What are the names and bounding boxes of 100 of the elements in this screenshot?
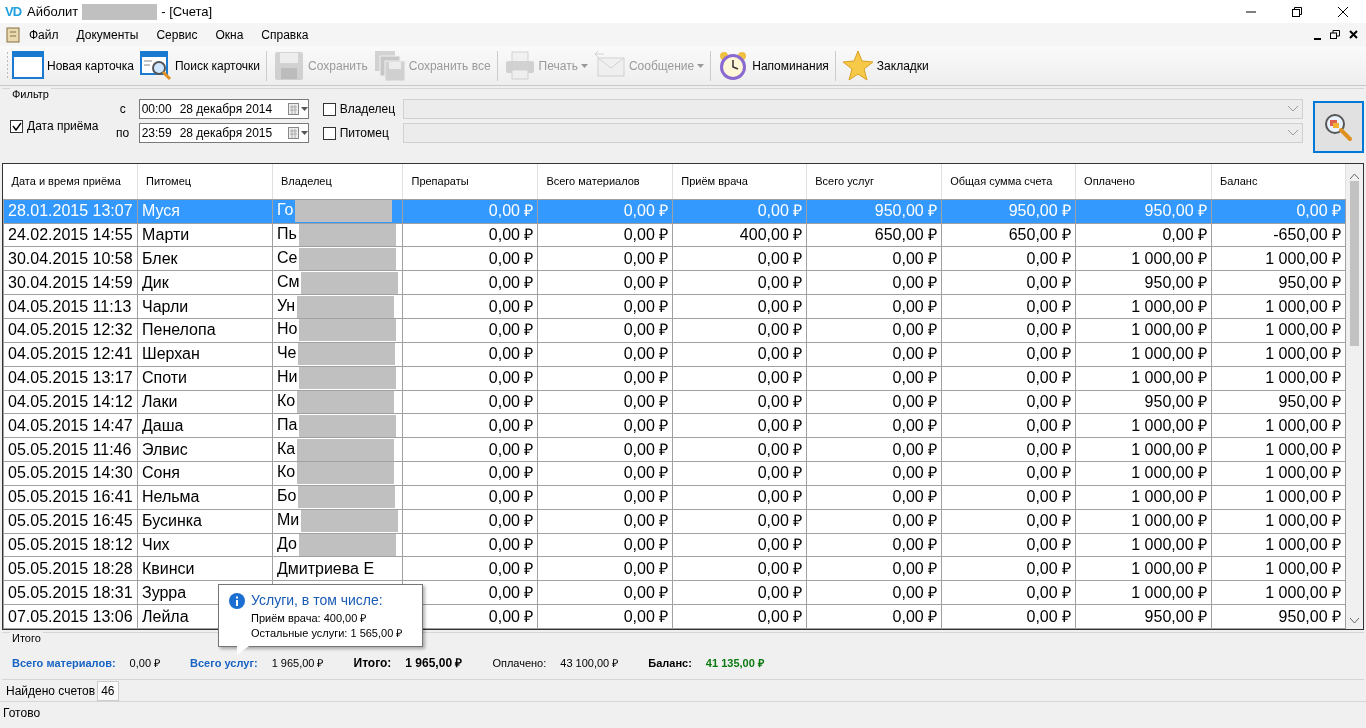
table-cell: Квинси [137, 556, 273, 581]
table-cell: 0,00 ₽ [402, 509, 538, 534]
table-cell[interactable]: 04.05.2015 11:13 [3, 294, 138, 319]
menu-item[interactable]: Файл [20, 23, 68, 46]
table-cell: 0,00 ₽ [537, 413, 673, 438]
table-cell: 1 000,00 ₽ [1211, 509, 1346, 534]
table-cell: 0,00 ₽ [941, 461, 1076, 486]
owner-text: До [276, 535, 297, 552]
column-header[interactable]: Общая сумма счета [941, 164, 1076, 200]
scroll-down-icon [1350, 618, 1359, 623]
checkbox-label: Дата приёма [27, 118, 99, 135]
window-icon [12, 49, 44, 82]
table-cell: 0,00 ₽ [402, 390, 538, 414]
column-header[interactable]: Всего услуг [806, 164, 942, 200]
table-cell: Нельма [137, 485, 273, 510]
table-cell: 0,00 ₽ [402, 270, 538, 295]
column-header[interactable]: Оплачено [1075, 164, 1212, 200]
window-title: Айболит [27, 2, 79, 21]
table-cell: 0,00 ₽ [402, 533, 538, 557]
owner-text: См [276, 272, 300, 290]
table-cell[interactable]: 04.05.2015 12:41 [3, 342, 138, 367]
info-icon [229, 592, 245, 609]
total-link[interactable]: Всего материалов: [12, 654, 116, 672]
owner-text: Па [276, 415, 298, 433]
table-cell[interactable]: 05.05.2015 11:46 [3, 437, 138, 462]
table-cell: 0,00 ₽ [941, 366, 1076, 390]
column-header[interactable]: Дата и время приёма [3, 164, 138, 200]
column-header[interactable]: Приём врача [672, 164, 807, 200]
table-cell[interactable]: 04.05.2015 12:32 [3, 318, 138, 343]
menu-item[interactable]: Справка [252, 23, 318, 46]
table-cell[interactable]: 05.05.2015 18:12 [3, 533, 138, 557]
toolbar-button[interactable]: Закладки [838, 47, 932, 84]
table-cell: 0,00 ₽ [806, 461, 942, 486]
column-header[interactable]: Владелец [272, 164, 403, 200]
table-cell[interactable]: 05.05.2015 16:45 [3, 509, 138, 534]
table-cell[interactable]: 04.05.2015 14:47 [3, 413, 138, 438]
owner-text: Се [276, 248, 298, 266]
table-cell: Соня [137, 461, 273, 486]
table-cell[interactable]: 05.05.2015 18:31 [3, 580, 138, 605]
time-text: 23:59 [141, 125, 172, 142]
menu-item[interactable]: Сервис [147, 23, 207, 46]
date-time-picker[interactable]: 23:59 28 декабря 2015 [138, 123, 309, 143]
table-cell[interactable]: 04.05.2015 14:12 [3, 390, 138, 414]
scrollbar-thumb[interactable] [1350, 181, 1359, 346]
table-cell: 0,00 ₽ [672, 390, 807, 414]
total-link[interactable]: Всего услуг: [190, 654, 258, 672]
checkbox[interactable] [10, 119, 23, 133]
table-cell[interactable]: 30.04.2015 14:59 [3, 270, 138, 295]
table-cell: 1 000,00 ₽ [1075, 366, 1212, 390]
search-button[interactable] [1312, 101, 1364, 153]
scrollbar[interactable] [1346, 164, 1363, 629]
table-cell: 1 000,00 ₽ [1211, 342, 1346, 367]
table-cell: 1 000,00 ₽ [1075, 437, 1212, 462]
checkbox-label: Питомец [339, 125, 389, 142]
checkbox[interactable] [322, 102, 336, 116]
table-cell: 0,00 ₽ [672, 318, 807, 343]
table-cell: 1 000,00 ₽ [1075, 556, 1212, 581]
total-label: Оплачено: [492, 655, 547, 671]
table-cell: 950,00 ₽ [1211, 604, 1346, 629]
toolbar-button[interactable]: Напоминания [714, 47, 832, 84]
table-cell: Муся [137, 199, 273, 224]
table-cell: 0,00 ₽ [402, 556, 538, 581]
status-text: Готово [2, 705, 42, 722]
table-cell[interactable]: 30.04.2015 10:58 [3, 246, 138, 271]
printer-icon [503, 49, 536, 82]
table-cell: 0,00 ₽ [537, 509, 673, 534]
table-cell[interactable]: 05.05.2015 16:41 [3, 485, 138, 510]
total-label: Итого: [353, 655, 392, 672]
table-cell: 1 000,00 ₽ [1211, 556, 1346, 581]
table-cell: 650,00 ₽ [806, 223, 942, 247]
restore-icon [1330, 30, 1340, 39]
date-label: по [115, 125, 131, 142]
column-header[interactable]: Всего материалов [537, 164, 673, 200]
table-cell: 0,00 ₽ [672, 556, 807, 581]
table-cell[interactable]: 24.02.2015 14:55 [3, 223, 138, 247]
column-header[interactable]: Препараты [402, 164, 538, 200]
table-cell: 0,00 ₽ [672, 342, 807, 367]
column-header[interactable]: Баланс [1211, 164, 1346, 200]
date-time-picker[interactable]: 00:00 28 декабря 2014 [138, 99, 309, 119]
toolbar-button[interactable]: Новая карточка [9, 47, 137, 84]
table-cell: 400,00 ₽ [672, 223, 807, 247]
table-cell[interactable]: 05.05.2015 14:30 [3, 461, 138, 486]
table-cell: 0,00 ₽ [537, 461, 673, 486]
toolbar-button[interactable]: Поиск карточки [136, 47, 264, 84]
table-cell[interactable]: 07.05.2015 13:06 [3, 604, 138, 629]
menu-item[interactable]: Окна [206, 23, 253, 46]
caret-icon [697, 63, 705, 68]
column-header[interactable]: Питомец [137, 164, 273, 200]
table-cell: 950,00 ₽ [806, 199, 942, 224]
table-cell[interactable]: 04.05.2015 13:17 [3, 366, 138, 390]
table-cell: 0,00 ₽ [941, 390, 1076, 414]
table-cell: 950,00 ₽ [1211, 270, 1346, 295]
table-cell[interactable]: 05.05.2015 18:28 [3, 556, 138, 581]
scroll-up-icon [1350, 174, 1359, 179]
table-cell: 0,00 ₽ [402, 485, 538, 510]
date-label: с [118, 101, 127, 118]
checkbox[interactable] [322, 126, 336, 140]
menu-item[interactable]: Документы [67, 23, 148, 46]
table-cell: 0,00 ₽ [941, 413, 1076, 438]
owner-text: Че [276, 344, 297, 362]
